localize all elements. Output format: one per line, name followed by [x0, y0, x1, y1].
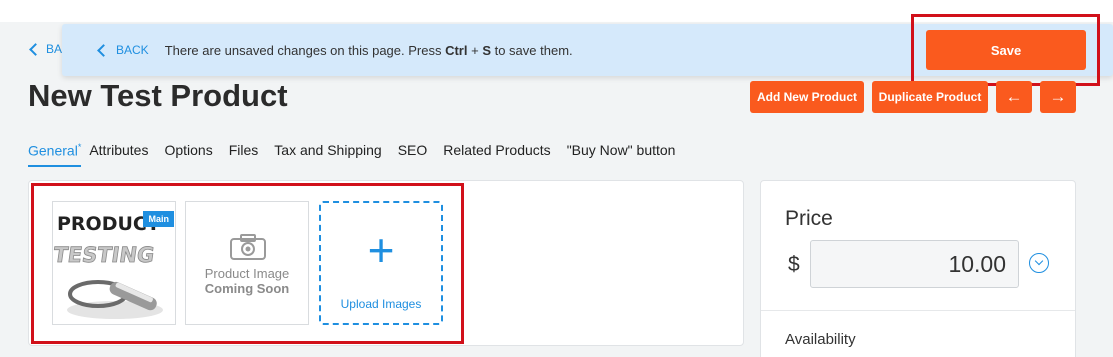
- key-s: S: [482, 42, 491, 58]
- message-plus: +: [467, 42, 483, 58]
- price-divider: [761, 310, 1075, 311]
- save-button[interactable]: Save: [926, 30, 1086, 70]
- tab-related-products[interactable]: Related Products: [443, 142, 550, 167]
- key-ctrl: Ctrl: [445, 42, 468, 58]
- availability-label: Availability: [785, 331, 856, 348]
- tab-tax-and-shipping[interactable]: Tax and Shipping: [274, 142, 381, 167]
- message-text-pre: There are unsaved changes on this page. …: [164, 42, 446, 58]
- currency-symbol: $: [788, 253, 800, 276]
- tab-options[interactable]: Options: [164, 142, 212, 167]
- message-text-post: to save them.: [490, 42, 573, 58]
- back-link-label: BA: [46, 42, 63, 56]
- next-product-button[interactable]: →: [1040, 81, 1076, 113]
- add-new-product-button[interactable]: Add New Product: [750, 81, 864, 113]
- tab-general[interactable]: General*: [28, 142, 82, 167]
- duplicate-product-button[interactable]: Duplicate Product: [872, 81, 988, 113]
- page-title: New Test Product: [28, 78, 288, 113]
- banner-back-label: BACK: [116, 43, 149, 57]
- product-tabs: General* Attributes Options Files Tax an…: [28, 142, 691, 167]
- chevron-down-icon[interactable]: [1029, 253, 1049, 273]
- arrow-right-icon: →: [1049, 87, 1067, 106]
- price-heading: Price: [785, 207, 833, 230]
- tab-files[interactable]: Files: [229, 142, 259, 167]
- back-link-underlay[interactable]: BA: [28, 42, 62, 56]
- previous-product-button[interactable]: ←: [996, 81, 1032, 113]
- tab-buy-now-button[interactable]: "Buy Now" button: [567, 142, 676, 167]
- chevron-left-icon: [29, 42, 42, 56]
- chevron-left-icon: [97, 43, 110, 57]
- arrow-left-icon: ←: [1005, 87, 1023, 106]
- unsaved-message: There are unsaved changes on this page. …: [165, 43, 573, 58]
- images-highlight-box: [31, 183, 464, 344]
- tab-general-label: General: [28, 142, 78, 159]
- price-input[interactable]: [810, 240, 1019, 288]
- banner-back-link[interactable]: BACK: [96, 43, 149, 57]
- unsaved-marker: *: [77, 142, 82, 152]
- tab-seo[interactable]: SEO: [398, 142, 428, 167]
- tab-attributes[interactable]: Attributes: [89, 142, 148, 167]
